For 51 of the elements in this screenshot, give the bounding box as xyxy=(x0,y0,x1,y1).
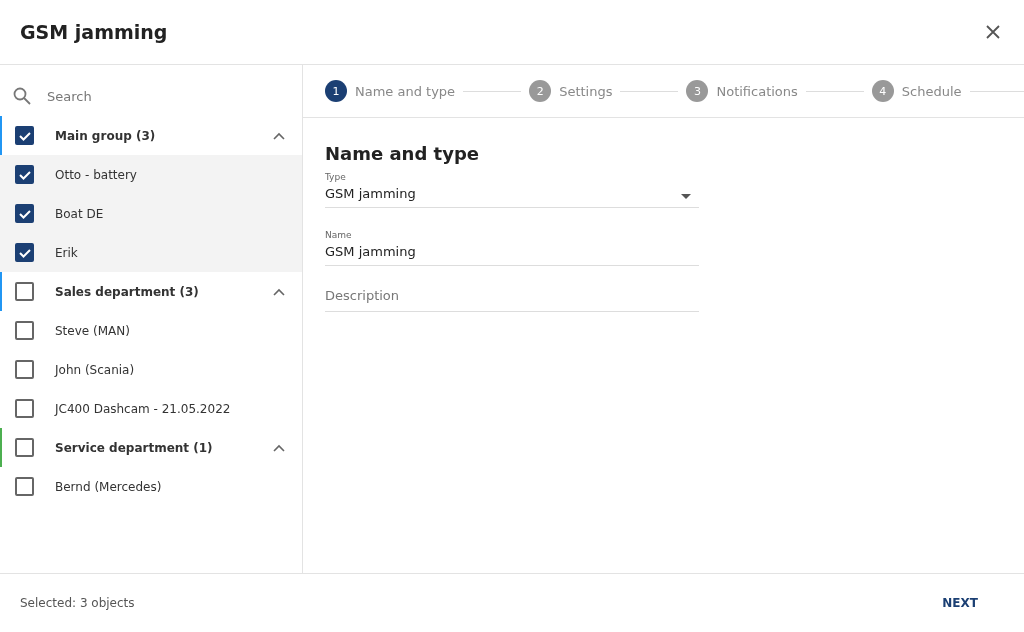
dropdown-arrow-icon xyxy=(681,194,691,199)
checkbox[interactable] xyxy=(15,243,34,262)
object-name: Otto - battery xyxy=(55,167,137,182)
object-row[interactable]: John (Scania) xyxy=(0,350,302,389)
step-number: 1 xyxy=(325,80,347,102)
type-dropdown[interactable]: Type GSM jamming xyxy=(325,172,699,208)
selection-status: Selected: 3 objects xyxy=(20,596,135,610)
description-field[interactable]: Description xyxy=(325,288,699,312)
chevron-up-icon[interactable] xyxy=(273,287,285,296)
object-name: John (Scania) xyxy=(55,362,135,377)
object-name: Erik xyxy=(55,245,78,260)
name-field[interactable]: Name GSM jamming xyxy=(325,230,699,266)
checkbox[interactable] xyxy=(15,126,34,145)
close-icon xyxy=(986,25,1000,39)
step-tab[interactable]: 1 Name and type xyxy=(325,80,456,102)
object-row[interactable]: Otto - battery xyxy=(0,155,302,194)
checkbox[interactable] xyxy=(15,282,34,301)
step-tab[interactable]: 4 Schedule xyxy=(871,80,962,102)
section-heading: Name and type xyxy=(325,143,480,164)
object-name: Steve (MAN) xyxy=(55,323,130,338)
group-name: Service department (1) xyxy=(55,440,213,455)
object-row[interactable]: Steve (MAN) xyxy=(0,311,302,350)
object-name: Boat DE xyxy=(55,206,104,221)
checkbox[interactable] xyxy=(15,438,34,457)
object-row[interactable]: Bernd (Mercedes) xyxy=(0,467,302,506)
object-name: JC400 Dashcam - 21.05.2022 xyxy=(55,401,231,416)
step-number: 3 xyxy=(686,80,709,102)
object-row[interactable]: Boat DE xyxy=(0,194,302,233)
checkbox[interactable] xyxy=(15,165,34,184)
group-row[interactable]: Main group (3) xyxy=(0,116,302,155)
step-tab[interactable]: 3 Notifications xyxy=(686,80,798,102)
object-row[interactable]: Erik xyxy=(0,233,302,272)
checkbox[interactable] xyxy=(15,360,34,379)
group-name: Sales department (3) xyxy=(55,284,199,299)
checkbox[interactable] xyxy=(15,204,34,223)
object-name: Bernd (Mercedes) xyxy=(55,479,162,494)
chevron-up-icon[interactable] xyxy=(273,131,285,140)
group-row[interactable]: Service department (1) xyxy=(0,428,302,467)
step-number: 4 xyxy=(871,80,894,102)
object-row[interactable]: JC400 Dashcam - 21.05.2022 xyxy=(0,389,302,428)
search-icon xyxy=(13,87,31,105)
checkbox[interactable] xyxy=(15,399,34,418)
chevron-up-icon[interactable] xyxy=(273,443,285,452)
group-row[interactable]: Sales department (3) xyxy=(0,272,302,311)
step-tab[interactable]: 2 Settings xyxy=(529,80,613,102)
group-name: Main group (3) xyxy=(55,128,156,143)
checkbox[interactable] xyxy=(15,477,34,496)
dialog-title: GSM jamming xyxy=(20,21,168,43)
checkbox[interactable] xyxy=(15,321,34,340)
step-number: 2 xyxy=(529,80,552,102)
next-button[interactable]: NEXT xyxy=(934,588,1004,618)
